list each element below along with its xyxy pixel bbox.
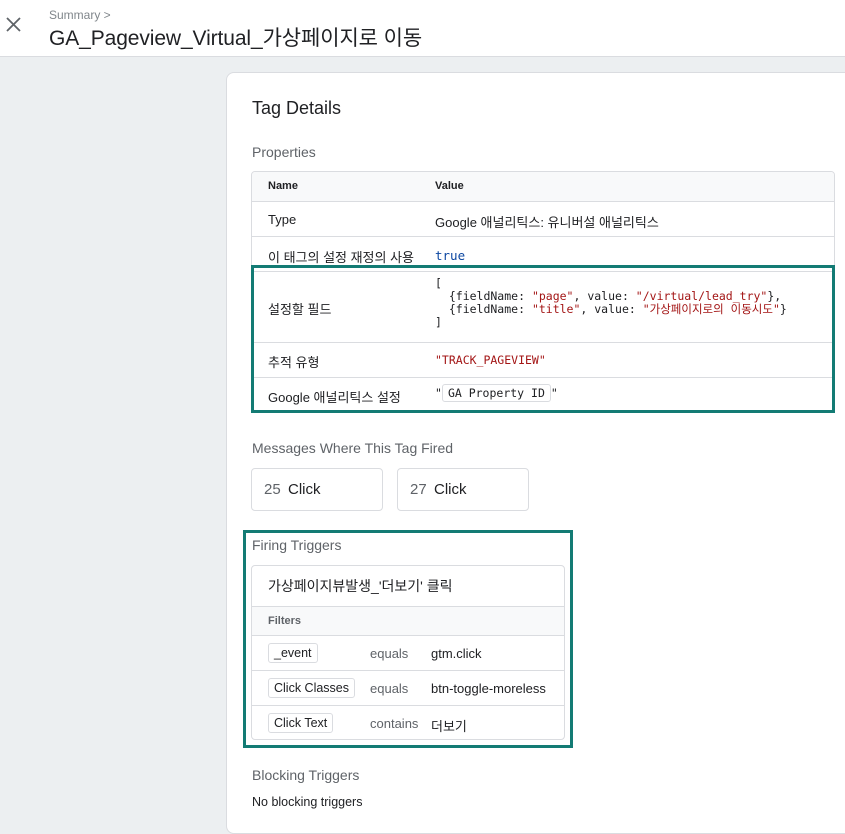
message-label: Click <box>434 481 467 498</box>
message-click-27[interactable]: 27 Click <box>397 468 529 511</box>
message-number: 25 <box>264 481 281 498</box>
breadcrumb[interactable]: Summary > <box>49 8 111 22</box>
messages-label: Messages Where This Tag Fired <box>252 440 454 456</box>
highlight-box-triggers <box>243 530 573 748</box>
row-name: 이 태그의 설정 재정의 사용 <box>268 250 415 265</box>
message-click-25[interactable]: 25 Click <box>251 468 383 511</box>
table-row: Type Google 애널리틱스: 유니버설 애널리틱스 <box>252 202 834 237</box>
highlight-box-properties <box>251 265 835 413</box>
close-icon[interactable] <box>3 14 25 36</box>
column-header-name: Name <box>268 180 298 192</box>
card-title: Tag Details <box>252 98 342 118</box>
row-name: Type <box>268 212 297 227</box>
message-label: Click <box>288 481 321 498</box>
top-bar: Summary > GA_Pageview_Virtual_가상페이지로 이동 <box>0 0 845 57</box>
table-header: Name Value <box>252 172 834 202</box>
properties-label: Properties <box>252 144 316 160</box>
tag-details-card: Tag Details Properties Name Value Type G… <box>226 72 845 834</box>
row-value: true <box>435 248 466 263</box>
page-title: GA_Pageview_Virtual_가상페이지로 이동 <box>49 27 423 50</box>
message-number: 27 <box>410 481 427 498</box>
blocking-triggers-label: Blocking Triggers <box>252 767 360 783</box>
row-value: Google 애널리틱스: 유니버설 애널리틱스 <box>435 215 659 230</box>
blocking-triggers-text: No blocking triggers <box>252 795 363 809</box>
column-header-value: Value <box>435 180 464 192</box>
